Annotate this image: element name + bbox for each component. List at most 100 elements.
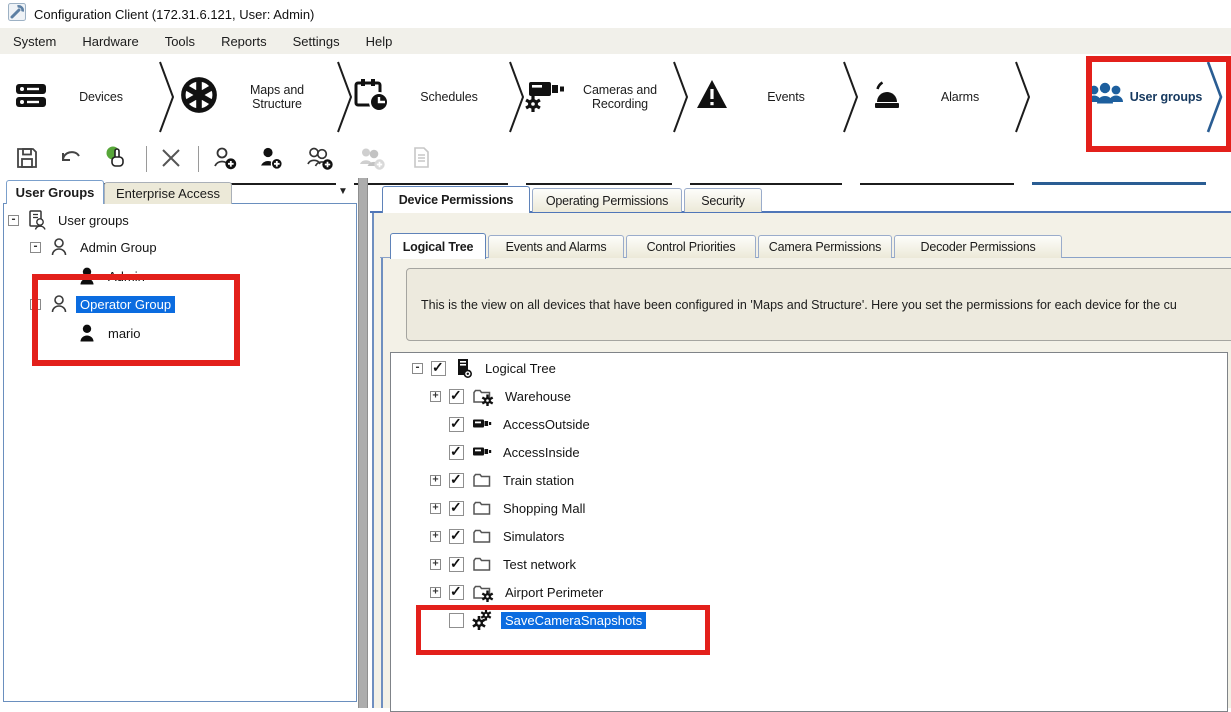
tree-row-logical-tree[interactable]: - Logical Tree: [412, 354, 560, 382]
person-outline-icon: [49, 294, 69, 314]
tab-operating-permissions[interactable]: Operating Permissions: [532, 188, 682, 212]
expander-icon[interactable]: -: [30, 242, 41, 253]
folder-icon: [472, 554, 492, 574]
nav-tab-devices[interactable]: Devices: [14, 60, 154, 134]
chevron-separator-icon: [1014, 60, 1032, 134]
events-icon: [694, 78, 730, 117]
nav-tab-events[interactable]: Events: [694, 60, 842, 134]
subtab-events-and-alarms-label: Events and Alarms: [506, 240, 607, 254]
expander-icon[interactable]: +: [430, 587, 441, 598]
tree-label: Train station: [499, 472, 578, 489]
menu-system[interactable]: System: [0, 28, 69, 54]
person-outline-icon: [49, 237, 69, 257]
menu-help[interactable]: Help: [353, 28, 406, 54]
nav-tab-schedules[interactable]: Schedules: [352, 60, 508, 134]
tree-row-simulators[interactable]: + Simulators: [430, 522, 568, 550]
tab-user-groups[interactable]: User Groups: [6, 180, 104, 204]
gears-icon: [472, 609, 494, 631]
nav-label-alarms: Alarms: [906, 90, 1014, 104]
tab-device-permissions-label: Device Permissions: [399, 193, 514, 207]
nav-underline-active: [1032, 182, 1206, 185]
chevron-separator-icon: [672, 60, 690, 134]
description-text: This is the view on all devices that hav…: [407, 298, 1177, 312]
subtab-decoder-permissions[interactable]: Decoder Permissions: [894, 235, 1062, 258]
person-filled-icon: [77, 266, 97, 286]
nav-label-schedules: Schedules: [390, 90, 508, 104]
checkbox-checked[interactable]: [449, 585, 464, 600]
menu-reports[interactable]: Reports: [208, 28, 280, 54]
tab-device-permissions[interactable]: Device Permissions: [382, 186, 530, 213]
tree-row-shopping-mall[interactable]: + Shopping Mall: [430, 494, 589, 522]
tree-row-warehouse[interactable]: + Warehouse: [430, 382, 575, 410]
panel-splitter[interactable]: [358, 178, 368, 708]
menu-settings[interactable]: Settings: [280, 28, 353, 54]
camera-icon: [472, 442, 492, 462]
checkbox-checked[interactable]: [431, 361, 446, 376]
tab-enterprise-access[interactable]: Enterprise Access: [104, 182, 232, 204]
expander-icon[interactable]: +: [430, 391, 441, 402]
subtab-camera-permissions[interactable]: Camera Permissions: [758, 235, 892, 258]
tab-list-dropdown-icon[interactable]: ▼: [338, 186, 348, 197]
tree-row-admin[interactable]: Admin: [58, 262, 149, 290]
menu-hardware[interactable]: Hardware: [69, 28, 151, 54]
expander-icon[interactable]: +: [430, 503, 441, 514]
checkbox-checked[interactable]: [449, 389, 464, 404]
expander-icon[interactable]: -: [8, 215, 19, 226]
nav-tab-alarms[interactable]: Alarms: [868, 60, 1014, 134]
checkbox-checked[interactable]: [449, 417, 464, 432]
tree-row-mario[interactable]: mario: [58, 319, 145, 347]
new-dual-authorization-group-button[interactable]: [306, 145, 334, 173]
nav-underline: [354, 183, 508, 185]
schedules-icon: [352, 77, 390, 118]
tree-row-admin-group[interactable]: - Admin Group: [30, 233, 161, 261]
checkbox-checked[interactable]: [449, 445, 464, 460]
new-user-button[interactable]: [258, 145, 286, 173]
chevron-separator-icon: [158, 60, 176, 134]
nav-tab-cameras-recording[interactable]: Cameras and Recording: [524, 60, 672, 134]
tree-row-train-station[interactable]: + Train station: [430, 466, 578, 494]
expander-icon[interactable]: +: [430, 531, 441, 542]
tree-label: Airport Perimeter: [501, 584, 607, 601]
subtab-camera-permissions-label: Camera Permissions: [769, 240, 881, 254]
checkbox-unchecked[interactable]: [449, 613, 464, 628]
expander-icon[interactable]: +: [430, 559, 441, 570]
toolbar-separator: [198, 146, 199, 172]
nav-label-user-groups: User groups: [1126, 90, 1206, 104]
tab-security[interactable]: Security: [684, 188, 762, 212]
expander-icon[interactable]: -: [412, 363, 423, 374]
subtab-events-and-alarms[interactable]: Events and Alarms: [488, 235, 624, 258]
expander-icon[interactable]: +: [430, 475, 441, 486]
undo-button[interactable]: [58, 145, 86, 173]
cameras-recording-icon: [524, 77, 568, 118]
checkbox-checked[interactable]: [449, 557, 464, 572]
tree-row-airport-perimeter[interactable]: + Airport Perimeter: [430, 578, 607, 606]
nav-tab-user-groups[interactable]: User groups: [1084, 60, 1206, 134]
new-user-group-button[interactable]: [212, 145, 240, 173]
tree-row-save-camera-snapshots[interactable]: SaveCameraSnapshots: [430, 606, 646, 634]
subtab-logical-tree[interactable]: Logical Tree: [390, 233, 486, 259]
tree-label: Logical Tree: [481, 360, 560, 377]
expander-icon[interactable]: -: [30, 299, 41, 310]
tree-row-access-inside[interactable]: AccessInside: [430, 438, 584, 466]
site-folder-icon: [472, 386, 494, 406]
tree-label-selected: SaveCameraSnapshots: [501, 612, 646, 629]
subtab-decoder-permissions-label: Decoder Permissions: [921, 240, 1036, 254]
nav-tab-maps-structure[interactable]: Maps and Structure: [180, 60, 336, 134]
toolbar-separator: [146, 146, 147, 172]
tree-row-operator-group[interactable]: - Operator Group: [30, 290, 175, 318]
activate-changes-button[interactable]: [104, 145, 132, 173]
alarms-icon: [868, 78, 906, 117]
save-button[interactable]: [14, 145, 42, 173]
delete-button[interactable]: [158, 145, 186, 173]
tree-row-access-outside[interactable]: AccessOutside: [430, 410, 594, 438]
tree-label: AccessOutside: [499, 416, 594, 433]
checkbox-checked[interactable]: [449, 473, 464, 488]
tree-label: Test network: [499, 556, 580, 573]
tree-row-user-groups[interactable]: - User groups: [8, 206, 133, 234]
tree-row-test-network[interactable]: + Test network: [430, 550, 580, 578]
menu-tools[interactable]: Tools: [152, 28, 208, 54]
checkbox-checked[interactable]: [449, 529, 464, 544]
checkbox-checked[interactable]: [449, 501, 464, 516]
subtab-control-priorities[interactable]: Control Priorities: [626, 235, 756, 258]
nav-underline: [860, 183, 1014, 185]
